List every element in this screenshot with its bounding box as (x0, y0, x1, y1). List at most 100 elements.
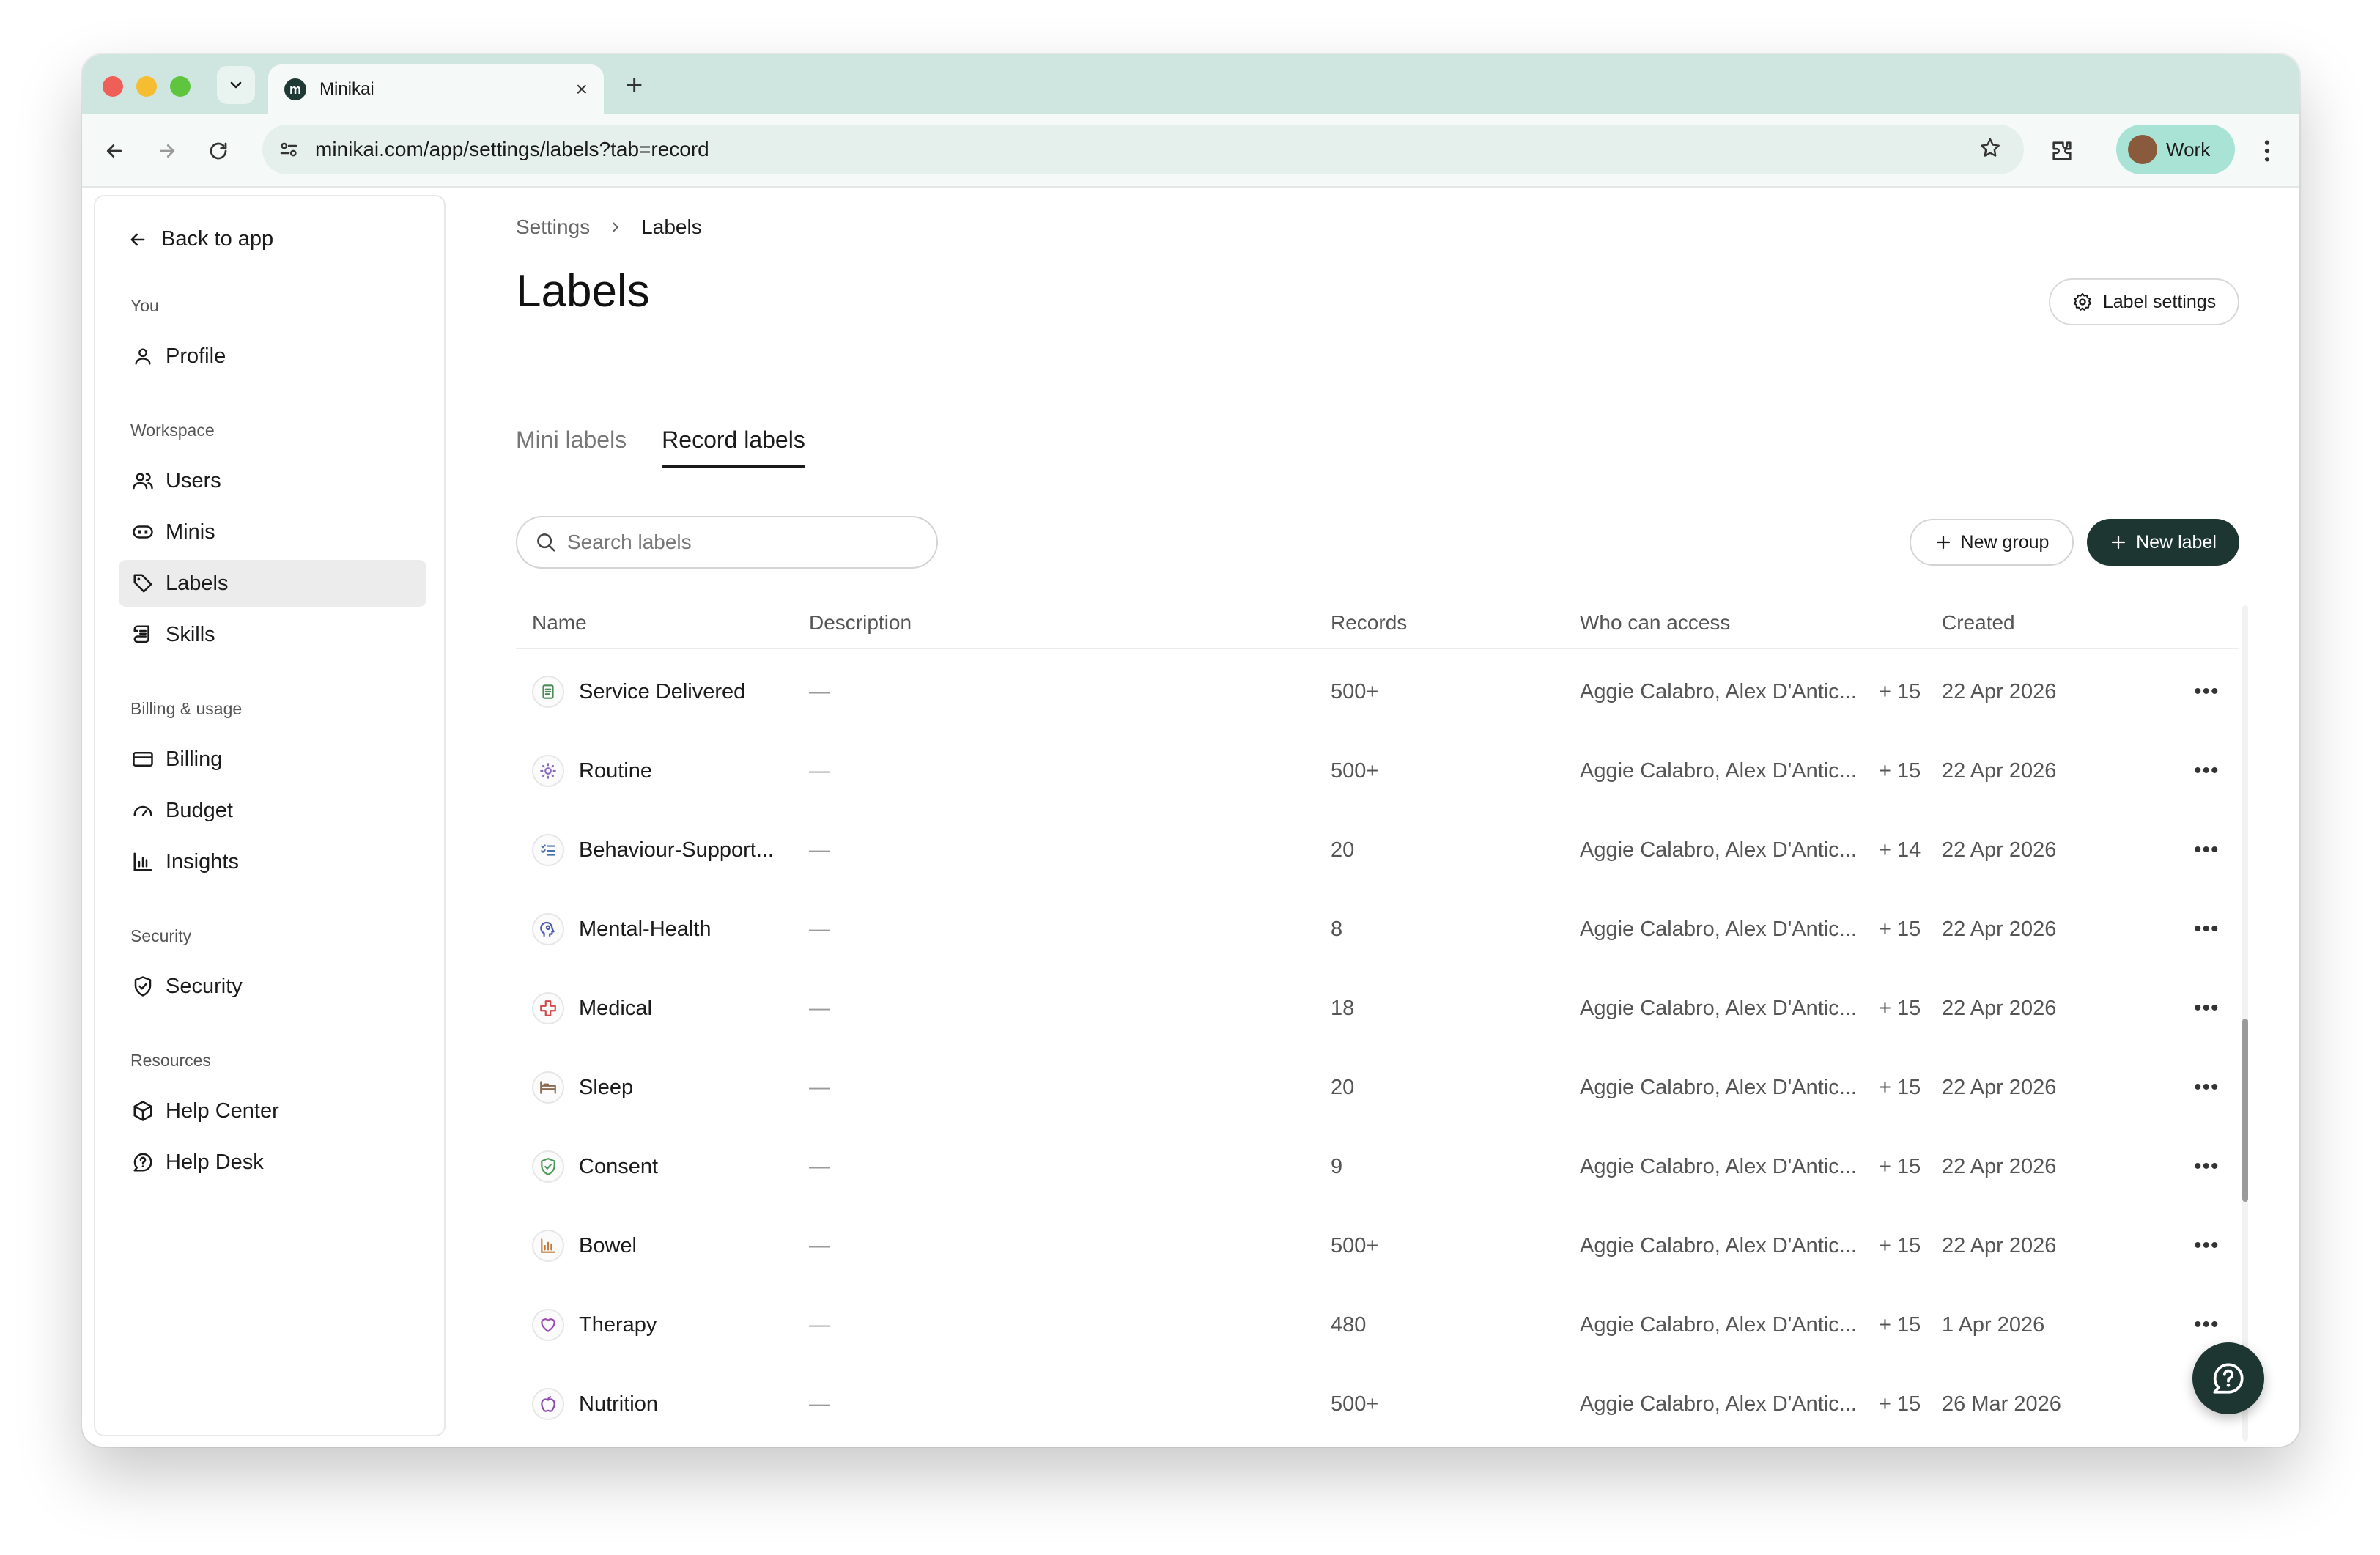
scrollbar-thumb[interactable] (2242, 1019, 2248, 1202)
label-name[interactable]: Therapy (579, 1313, 657, 1337)
sidebar-item-skills[interactable]: Skills (119, 611, 426, 658)
sidebar-item-help-center[interactable]: Help Center (119, 1087, 426, 1134)
address-bar[interactable]: minikai.com/app/settings/labels?tab=reco… (262, 125, 2024, 174)
label-created: 22 Apr 2026 (1942, 917, 2057, 941)
header-description[interactable]: Description (809, 598, 912, 648)
label-name[interactable]: Sleep (579, 1076, 633, 1100)
new-tab-icon[interactable]: + (626, 67, 643, 103)
header-created[interactable]: Created (1942, 598, 2015, 648)
label-access-more[interactable]: + 15 (1879, 730, 1921, 812)
sidebar-item-minis[interactable]: Minis (119, 509, 426, 555)
close-window-button[interactable] (103, 76, 123, 97)
forward-icon[interactable] (149, 133, 185, 169)
sidebar-item-security[interactable]: Security (119, 963, 426, 1010)
page-title: Labels (516, 266, 650, 317)
sidebar-item-profile[interactable]: Profile (119, 333, 426, 380)
extensions-icon[interactable] (2043, 132, 2081, 170)
label-access-more[interactable]: + 15 (1879, 1126, 1921, 1208)
label-name[interactable]: Nutrition (579, 1392, 658, 1417)
new-label-button[interactable]: New label (2087, 519, 2239, 566)
table-row[interactable]: Nutrition — 500+ Aggie Calabro, Alex D'Anti… (516, 1363, 2239, 1445)
bookmark-star-icon[interactable] (1978, 136, 2002, 163)
row-more-icon[interactable]: ••• (2194, 967, 2220, 1049)
label-name[interactable]: Bowel (579, 1234, 637, 1258)
label-name[interactable]: Mental-Health (579, 917, 712, 942)
header-who-can-access[interactable]: Who can access (1580, 598, 1730, 648)
row-more-icon[interactable]: ••• (2194, 1126, 2220, 1208)
table-row[interactable]: Bowel — 500+ Aggie Calabro, Alex D'Antic...… (516, 1205, 2239, 1287)
label-name[interactable]: Service Delivered (579, 680, 745, 704)
tab-mini-labels[interactable]: Mini labels (516, 426, 627, 468)
table-row[interactable]: Routine — 500+ Aggie Calabro, Alex D'Antic.… (516, 730, 2239, 812)
tab-search-button[interactable] (217, 66, 255, 104)
header-name[interactable]: Name (532, 598, 587, 648)
medical-cross-icon (532, 992, 564, 1024)
row-more-icon[interactable]: ••• (2194, 1046, 2220, 1129)
label-description: — (809, 1312, 830, 1337)
help-chat-button[interactable] (2192, 1342, 2264, 1414)
label-access-more[interactable]: + 15 (1879, 651, 1921, 733)
back-icon[interactable] (97, 133, 132, 169)
browser-tab[interactable]: m Minikai × (268, 64, 604, 114)
minimize-window-button[interactable] (136, 76, 157, 97)
table-row[interactable]: Mental-Health — 8 Aggie Calabro, Alex D'Ant… (516, 888, 2239, 970)
label-created: 22 Apr 2026 (1942, 1154, 2057, 1178)
url-text: minikai.com/app/settings/labels?tab=reco… (315, 138, 709, 160)
label-access-more[interactable]: + 15 (1879, 967, 1921, 1049)
profile-label: Work (2166, 138, 2211, 160)
back-to-app-link[interactable]: Back to app (128, 227, 273, 251)
label-access-more[interactable]: + 15 (1879, 888, 1921, 970)
minis-icon (130, 520, 155, 544)
label-access: Aggie Calabro, Alex D'Antic... (1580, 838, 1857, 862)
breadcrumb-settings[interactable]: Settings (516, 215, 590, 239)
label-access: Aggie Calabro, Alex D'Antic... (1580, 1233, 1857, 1257)
table-row[interactable]: Behaviour-Support... — 20 Aggie Calabro, Al… (516, 809, 2239, 891)
maximize-window-button[interactable] (170, 76, 191, 97)
reload-icon[interactable] (201, 133, 236, 169)
label-access: Aggie Calabro, Alex D'Antic... (1580, 1075, 1857, 1099)
table-row[interactable]: Consent — 9 Aggie Calabro, Alex D'Antic... +… (516, 1126, 2239, 1208)
label-access-more[interactable]: + 15 (1879, 1363, 1921, 1445)
sidebar-item-help-desk[interactable]: Help Desk (119, 1139, 426, 1186)
table-row[interactable]: Sleep — 20 Aggie Calabro, Alex D'Antic... + … (516, 1046, 2239, 1129)
label-name[interactable]: Routine (579, 759, 652, 783)
label-access-more[interactable]: + 15 (1879, 1284, 1921, 1366)
site-settings-icon[interactable] (273, 133, 305, 166)
search-labels-field[interactable] (516, 516, 938, 569)
label-name[interactable]: Behaviour-Support... (579, 838, 774, 863)
more-vertical-icon[interactable] (2254, 132, 2280, 170)
label-created: 22 Apr 2026 (1942, 758, 2057, 783)
header-records[interactable]: Records (1331, 598, 1407, 648)
user-icon (130, 344, 155, 369)
label-name[interactable]: Medical (579, 997, 652, 1021)
tab-record-labels[interactable]: Record labels (662, 426, 805, 468)
row-more-icon[interactable]: ••• (2194, 730, 2220, 812)
row-more-icon[interactable]: ••• (2194, 651, 2220, 733)
label-records: 480 (1331, 1312, 1367, 1337)
label-access-more[interactable]: + 15 (1879, 1046, 1921, 1129)
row-more-icon[interactable]: ••• (2194, 888, 2220, 970)
search-input[interactable] (567, 531, 904, 554)
label-name[interactable]: Consent (579, 1155, 658, 1179)
label-access-more[interactable]: + 14 (1879, 809, 1921, 891)
sidebar-item-labels[interactable]: Labels (119, 560, 426, 607)
profile-chip[interactable]: Work (2116, 125, 2235, 174)
table-row[interactable]: Service Delivered — 500+ Aggie Calabro, Ale… (516, 651, 2239, 733)
row-more-icon[interactable]: ••• (2194, 809, 2220, 891)
bar-chart-icon (532, 1230, 564, 1262)
sidebar-item-insights[interactable]: Insights (119, 838, 426, 885)
shield-check-icon (130, 974, 155, 999)
sidebar-item-budget[interactable]: Budget (119, 787, 426, 834)
table-row[interactable]: Medical — 18 Aggie Calabro, Alex D'Antic...… (516, 967, 2239, 1049)
new-group-button[interactable]: New group (1910, 519, 2074, 566)
sidebar-item-billing[interactable]: Billing (119, 736, 426, 783)
tab-close-icon[interactable]: × (576, 78, 588, 101)
bar-chart-icon (130, 849, 155, 874)
label-settings-button[interactable]: Label settings (2049, 278, 2239, 325)
section-workspace: Workspace (130, 421, 215, 440)
row-more-icon[interactable]: ••• (2194, 1205, 2220, 1287)
help-bubble-icon (130, 1150, 155, 1175)
sidebar-item-users[interactable]: Users (119, 457, 426, 504)
table-row[interactable]: Therapy — 480 Aggie Calabro, Alex D'Antic..… (516, 1284, 2239, 1366)
label-access-more[interactable]: + 15 (1879, 1205, 1921, 1287)
